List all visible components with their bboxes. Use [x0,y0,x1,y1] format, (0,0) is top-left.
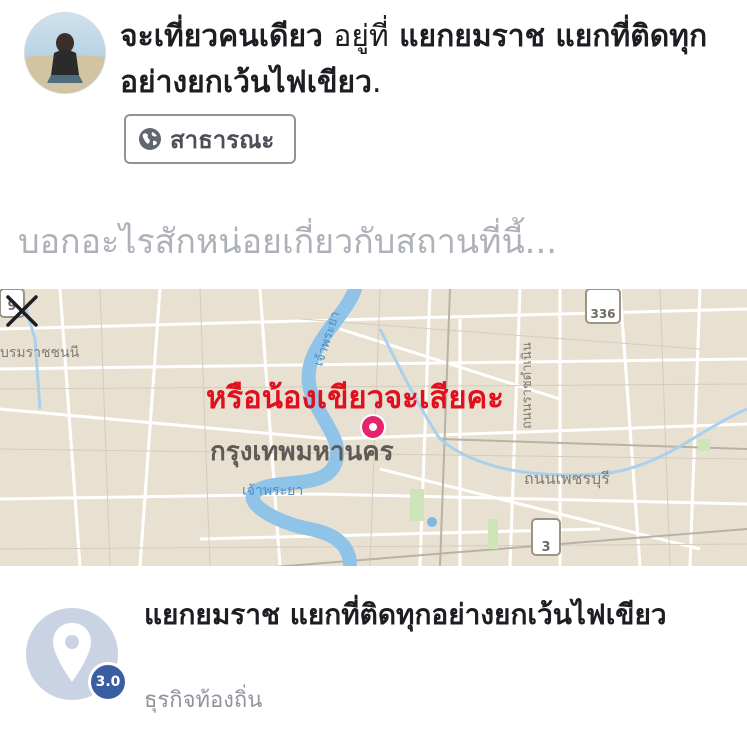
map-river-label: เจ้าพระยา [242,483,304,499]
status-at-word: อยู่ที่ [333,19,389,54]
place-category: ธุรกิจท้องถิ่น [144,688,263,713]
status-activity: จะเที่ยวคนเดียว [120,19,323,54]
rating-badge: 3.0 [88,662,128,702]
map-city-label: กรุงเทพมหานคร [210,437,394,467]
route-shield-3: 3 [531,518,561,556]
map-overlay-caption: หรือน้องเขียวจะเสียคะ [206,380,504,416]
map-canvas: 9 336 3 เจ้าพระยา ถนนราชดำเนิน [0,289,747,566]
svg-text:336: 336 [590,307,615,321]
status-text: จะเที่ยวคนเดียว อยู่ที่ แยกยมราช แยกที่ต… [120,14,730,106]
place-card[interactable]: 3.0 แยกยมราช แยกที่ติดทุกอย่างยกเว้นไฟเข… [0,566,747,744]
map-area-label: บรมราชชนนี [0,345,80,361]
place-comment-input[interactable] [18,214,728,270]
globe-icon [139,128,161,150]
road-vertical-label: ถนนราชดำเนิน [520,342,535,429]
map-preview[interactable]: 9 336 3 เจ้าพระยา ถนนราชดำเนิน บรมราชชนน… [0,289,747,566]
route-shield-336: 336 [585,289,621,324]
avatar-photo [25,33,105,93]
map-road-label: ถนนเพชรบุรี [524,469,610,488]
close-icon[interactable] [0,289,44,333]
place-name[interactable]: แยกยมราช แยกที่ติดทุกอย่างยกเว้นไฟเขียว [144,592,704,638]
location-pin-icon [53,623,91,682]
status-end: . [371,65,382,100]
privacy-selector-button[interactable]: สาธารณะ [124,114,296,164]
svg-text:3: 3 [541,540,550,555]
privacy-label: สาธารณะ [170,125,275,154]
profile-avatar[interactable] [24,12,106,94]
